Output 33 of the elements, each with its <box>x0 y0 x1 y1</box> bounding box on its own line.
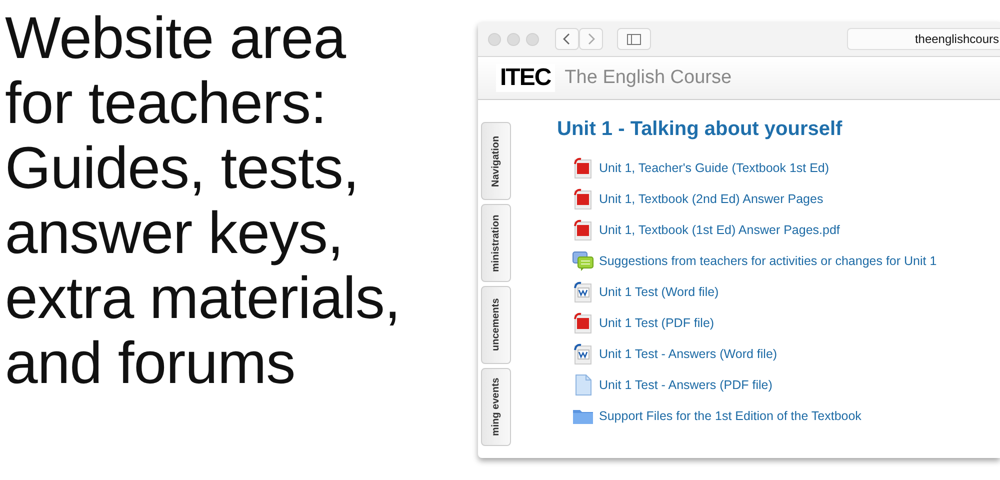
side-tab[interactable]: uncements <box>481 286 511 364</box>
resource-link[interactable]: Unit 1 Test - Answers (Word file) <box>599 347 778 361</box>
resource-link[interactable]: Unit 1 Test (Word file) <box>599 285 719 299</box>
pdf-document-icon <box>572 157 594 179</box>
sidebar-button[interactable] <box>617 28 651 50</box>
site-logo[interactable]: ITEC <box>496 64 555 92</box>
sidebar-icon <box>627 34 641 44</box>
resource-link[interactable]: Suggestions from teachers for activities or changes for Unit 1 <box>599 254 937 268</box>
section-title: Unit 1 - Talking about yourself <box>557 118 844 141</box>
minimize-button[interactable] <box>507 32 520 46</box>
pdf-document-icon <box>572 312 594 334</box>
resource-link[interactable]: Support Files for the 1st Edition of the Textbook <box>599 409 862 423</box>
zoom-button[interactable] <box>526 32 539 46</box>
chevron-left-icon <box>563 33 571 45</box>
side-tab[interactable]: Navigation <box>481 122 511 200</box>
resource-link[interactable]: Unit 1 Test (PDF file) <box>599 316 714 330</box>
pdf-document-icon <box>572 188 594 210</box>
address-field[interactable]: theenglishcours <box>847 28 1000 50</box>
word-document-icon <box>572 343 594 365</box>
chat-bubbles-icon <box>572 250 594 272</box>
resource-link[interactable]: Unit 1 Test - Answers (PDF file) <box>599 378 772 392</box>
close-button[interactable] <box>488 32 501 46</box>
resource-link[interactable]: Unit 1, Textbook (1st Ed) Answer Pages.pdf <box>599 223 840 237</box>
site-name: The English Course <box>564 67 732 89</box>
pdf-document-icon <box>572 219 594 241</box>
resource-link[interactable]: Unit 1, Textbook (2nd Ed) Answer Pages <box>599 192 824 206</box>
side-tab[interactable]: ming events <box>481 368 511 446</box>
chevron-right-icon <box>587 33 595 45</box>
resource-link[interactable]: Unit 1, Teacher's Guide (Textbook 1st Ed) <box>599 161 830 175</box>
back-button[interactable] <box>555 28 579 50</box>
headline: Website area for teachers: Guides, tests, answer keys, extra materials, and forums <box>5 6 402 396</box>
side-tab[interactable]: ministration <box>481 204 511 282</box>
word-document-icon <box>572 281 594 303</box>
